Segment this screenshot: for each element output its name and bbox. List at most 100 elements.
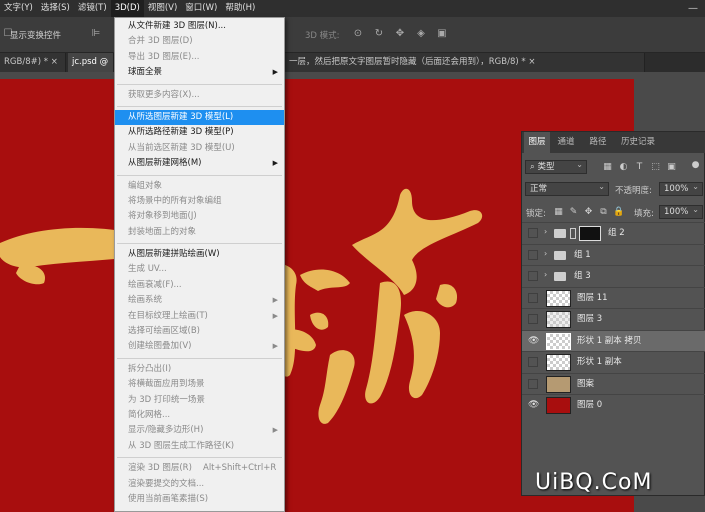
layer-name[interactable]: 图层 0 bbox=[577, 395, 602, 416]
menu-item[interactable]: 选择可绘画区域(B) bbox=[115, 324, 284, 339]
layer-thumbnail[interactable] bbox=[546, 332, 571, 350]
layer-row[interactable]: › 组 1 bbox=[522, 243, 705, 266]
filter-kind-select[interactable]: ⌕ 类型 bbox=[525, 159, 587, 174]
chevron-right-icon[interactable]: › bbox=[544, 227, 547, 236]
menu-item[interactable]: 为 3D 打印统一场景 bbox=[115, 393, 284, 408]
opacity-input[interactable]: 100% bbox=[659, 181, 703, 196]
slide-3d-icon[interactable]: ◈ bbox=[415, 28, 427, 40]
layer-thumbnail[interactable] bbox=[546, 375, 571, 393]
lock-artboard-icon[interactable]: ⧉ bbox=[598, 207, 609, 218]
filter-pixel-icon[interactable]: ▦ bbox=[602, 162, 613, 173]
layer-row[interactable]: › 组 2 bbox=[522, 222, 705, 244]
menu-window[interactable]: 窗口(W) bbox=[181, 0, 221, 17]
menu-3d[interactable]: 3D(D) bbox=[110, 0, 144, 17]
minimize-button[interactable]: — bbox=[681, 0, 705, 17]
filter-adjustment-icon[interactable]: ◐ bbox=[618, 162, 629, 173]
mask-thumbnail[interactable] bbox=[579, 226, 601, 241]
visibility-eye-icon[interactable]: 👁 bbox=[528, 400, 539, 411]
menu-item[interactable]: 创建绘图叠加(V) ▶ bbox=[115, 339, 284, 354]
show-transform-controls-label[interactable]: 显示变换控件 bbox=[10, 29, 61, 41]
menu-item[interactable]: 从 3D 图层生成工作路径(K) bbox=[115, 439, 284, 454]
layer-name[interactable]: 图层 11 bbox=[577, 288, 608, 309]
tab-document-1[interactable]: RGB/8#) * × bbox=[0, 53, 66, 72]
layer-thumbnail[interactable] bbox=[546, 311, 571, 328]
layer-name[interactable]: 形状 1 副本 拷贝 bbox=[577, 331, 642, 352]
visibility-toggle[interactable] bbox=[528, 228, 538, 238]
visibility-toggle[interactable] bbox=[528, 292, 538, 303]
menu-item[interactable]: 获取更多内容(X)... bbox=[115, 88, 284, 103]
fill-input[interactable]: 100% bbox=[659, 204, 703, 219]
lock-pixels-icon[interactable]: ✎ bbox=[568, 207, 579, 218]
chevron-right-icon[interactable]: › bbox=[544, 249, 547, 258]
blend-mode-select[interactable]: 正常 bbox=[525, 181, 609, 196]
layer-row[interactable]: 图层 11 bbox=[522, 286, 705, 309]
layer-name[interactable]: 图案 bbox=[577, 374, 594, 395]
menu-filter[interactable]: 滤镜(T) bbox=[74, 0, 111, 17]
layer-row[interactable]: 形状 1 副本 bbox=[522, 351, 705, 373]
menu-item[interactable]: 从所选图层新建 3D 模型(L) bbox=[115, 109, 284, 126]
tab-document-3[interactable]: 一层，然后把原文字图层暂时隐藏（后面还会用到），RGB/8) * × bbox=[285, 53, 645, 72]
close-icon[interactable]: × bbox=[528, 57, 535, 67]
menu-item[interactable]: 合并 3D 图层(D) bbox=[115, 34, 284, 49]
menu-select[interactable]: 选择(S) bbox=[37, 0, 74, 17]
menu-item[interactable]: 封装地面上的对象 bbox=[115, 225, 284, 240]
visibility-toggle[interactable] bbox=[528, 378, 538, 389]
tab-document-2[interactable]: jc.psd @ bbox=[68, 53, 114, 72]
close-icon[interactable]: × bbox=[51, 57, 58, 67]
roll-3d-icon[interactable]: ↻ bbox=[373, 28, 385, 40]
layer-name[interactable]: 组 3 bbox=[574, 266, 591, 287]
chevron-right-icon[interactable]: › bbox=[544, 270, 547, 279]
tab-paths[interactable]: 路径 bbox=[584, 132, 612, 153]
layer-thumbnail[interactable] bbox=[546, 397, 571, 414]
menu-item[interactable]: 绘画衰减(F)... bbox=[115, 278, 284, 293]
menu-item[interactable]: 球面全景 ▶ bbox=[115, 65, 284, 80]
menu-item[interactable]: 简化网格... bbox=[115, 408, 284, 423]
filter-shape-icon[interactable]: ⬚ bbox=[650, 162, 661, 173]
tab-layers[interactable]: 图层 bbox=[524, 132, 550, 153]
filter-toggle-icon[interactable]: ● bbox=[690, 160, 701, 171]
tab-history[interactable]: 历史记录 bbox=[616, 132, 660, 153]
layer-thumbnail[interactable] bbox=[546, 354, 571, 371]
layer-name[interactable]: 图层 3 bbox=[577, 309, 602, 330]
visibility-toggle[interactable] bbox=[528, 249, 538, 260]
tab-channels[interactable]: 通道 bbox=[552, 132, 580, 153]
layer-row[interactable]: 👁 图层 0 bbox=[522, 394, 705, 416]
visibility-toggle[interactable] bbox=[528, 271, 538, 281]
menu-item[interactable]: 编组对象 bbox=[115, 179, 284, 194]
menu-item[interactable]: 从图层新建网格(M) ▶ bbox=[115, 156, 284, 171]
lock-position-icon[interactable]: ✥ bbox=[583, 207, 594, 218]
align-left-icon[interactable]: ⊫ bbox=[90, 28, 102, 40]
layer-row[interactable]: 👁 形状 1 副本 拷贝 bbox=[522, 329, 705, 352]
visibility-toggle[interactable] bbox=[528, 357, 538, 367]
filter-smart-object-icon[interactable]: ▣ bbox=[666, 162, 677, 173]
layer-row[interactable]: 图案 bbox=[522, 372, 705, 395]
menu-item[interactable]: 从文件新建 3D 图层(N)... bbox=[115, 19, 284, 34]
visibility-eye-icon[interactable]: 👁 bbox=[528, 336, 539, 347]
menu-item[interactable]: 从图层新建拼贴绘画(W) bbox=[115, 247, 284, 262]
menu-item[interactable]: 生成 UV... bbox=[115, 262, 284, 277]
layer-row[interactable]: 图层 3 bbox=[522, 308, 705, 330]
menu-help[interactable]: 帮助(H) bbox=[221, 0, 259, 17]
menu-item[interactable]: 在目标纹理上绘画(T) ▶ bbox=[115, 309, 284, 324]
menu-item[interactable]: 绘画系统 ▶ bbox=[115, 293, 284, 308]
filter-type-icon[interactable]: T bbox=[634, 162, 645, 173]
menu-item[interactable]: 拆分凸出(I) bbox=[115, 362, 284, 377]
visibility-toggle[interactable] bbox=[528, 314, 538, 324]
layer-thumbnail[interactable] bbox=[546, 289, 571, 307]
menu-item[interactable]: 从当前选区新建 3D 模型(U) bbox=[115, 141, 284, 156]
menu-item[interactable]: 渲染要提交的文档... bbox=[115, 477, 284, 492]
lock-transparent-icon[interactable]: ▦ bbox=[553, 207, 564, 218]
menu-view[interactable]: 视图(V) bbox=[144, 0, 181, 17]
menu-item[interactable]: 将对象移到地面(J) bbox=[115, 209, 284, 224]
menu-item[interactable]: 使用当前画笔素描(S) bbox=[115, 492, 284, 507]
menu-item[interactable]: 将横截面应用到场景 bbox=[115, 377, 284, 392]
layer-name[interactable]: 组 1 bbox=[574, 245, 591, 266]
drag-3d-icon[interactable]: ✥ bbox=[394, 28, 406, 40]
menu-item[interactable]: 导出 3D 图层(E)... bbox=[115, 50, 284, 65]
layer-name[interactable]: 形状 1 副本 bbox=[577, 352, 622, 373]
menu-item[interactable]: 将场景中的所有对象编组 bbox=[115, 194, 284, 209]
layer-row[interactable]: › 组 3 bbox=[522, 265, 705, 287]
menu-item[interactable]: 从所选路径新建 3D 模型(P) bbox=[115, 125, 284, 140]
lock-all-icon[interactable]: 🔒 bbox=[613, 207, 624, 218]
layer-name[interactable]: 组 2 bbox=[608, 223, 625, 244]
